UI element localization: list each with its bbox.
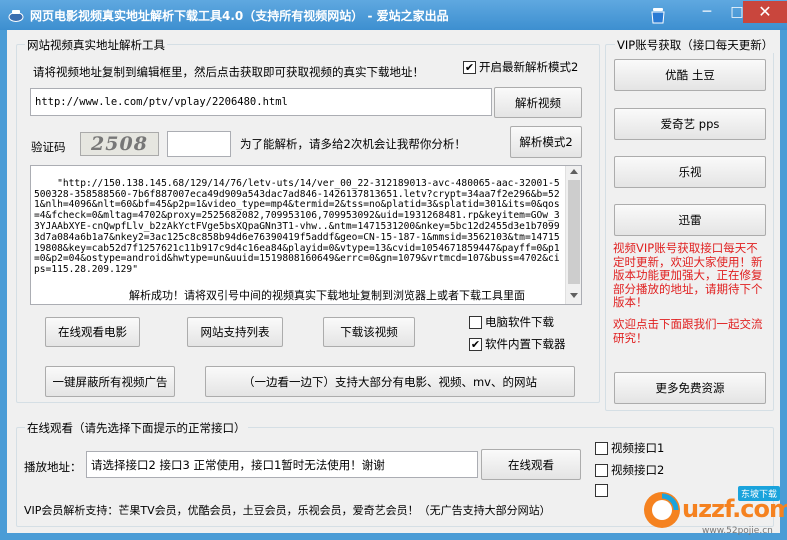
- parse-group-legend: 网站视频真实地址解析工具: [25, 37, 167, 53]
- interface3-checkbox[interactable]: [595, 484, 611, 497]
- skin-icon[interactable]: [650, 6, 666, 24]
- watermark: uzzf.com 东坡下载 www.52pojie.cn: [640, 478, 787, 540]
- app-icon: [8, 10, 24, 22]
- scroll-thumb[interactable]: [568, 180, 580, 284]
- result-textarea[interactable]: "http://150.138.145.68/129/14/76/letv-ut…: [30, 165, 582, 305]
- builtin-downloader-checkbox-box[interactable]: ✔: [469, 337, 482, 351]
- close-button[interactable]: ✕: [743, 1, 787, 23]
- vip-support-text: VIP会员解析支持：芒果TV会员，优酷会员，土豆会员，乐视会员，爱奇艺会员！（无…: [24, 504, 551, 517]
- block-ads-button[interactable]: 一键屏蔽所有视频广告: [45, 366, 175, 397]
- latest-mode-checkbox[interactable]: ✔ 开启最新解析模式2: [463, 59, 578, 75]
- captcha-input[interactable]: [167, 131, 231, 157]
- main-panel: 网站视频真实地址解析工具 请将视频地址复制到编辑框里，然后点击获取即可获取视频的…: [7, 30, 780, 533]
- vip-youku-button[interactable]: 优酷 土豆: [614, 59, 766, 91]
- latest-mode-checkbox-box[interactable]: ✔: [463, 60, 476, 74]
- minimize-button[interactable]: ─: [692, 1, 722, 23]
- play-address-input[interactable]: 请选择接口2 接口3 正常使用，接口1暂时无法使用！谢谢: [86, 451, 478, 478]
- scroll-up-arrow-icon[interactable]: [570, 169, 578, 174]
- result-scrollbar[interactable]: [565, 166, 581, 304]
- result-status: 解析成功！请将双引号中间的视频真实下载地址复制到浏览器上或者下载工具里面: [129, 287, 525, 303]
- captcha-hint: 为了能解析，请多给2次机会让我帮你分析！: [240, 137, 466, 151]
- parse-video-button[interactable]: 解析视频: [494, 87, 582, 118]
- play-address-label: 播放地址：: [24, 460, 82, 474]
- more-resources-button[interactable]: 更多免费资源: [614, 372, 766, 404]
- pc-download-label: 电脑软件下载: [485, 315, 554, 329]
- window-title: 网页电影视频真实地址解析下载工具4.0（支持所有视频网站） - 爱站之家出品: [30, 9, 449, 23]
- download-video-button[interactable]: 下载该视频: [323, 317, 415, 347]
- interface2-checkbox[interactable]: 视频接口2: [595, 462, 664, 478]
- vip-letv-button[interactable]: 乐视: [614, 156, 766, 188]
- watermark-url: www.52pojie.cn: [702, 526, 773, 536]
- scroll-down-arrow-icon[interactable]: [570, 293, 578, 298]
- parse-mode2-button[interactable]: 解析模式2: [510, 126, 582, 158]
- result-text: "http://150.138.145.68/129/14/76/letv-ut…: [34, 177, 560, 276]
- pc-download-checkbox-box[interactable]: [469, 315, 482, 329]
- interface2-checkbox-box[interactable]: [595, 463, 608, 477]
- supported-sites-button[interactable]: 网站支持列表: [187, 317, 283, 347]
- builtin-downloader-checkbox[interactable]: ✔ 软件内置下载器: [469, 336, 566, 352]
- watermark-badge: 东坡下载: [738, 486, 781, 501]
- title-bar[interactable]: 网页电影视频真实地址解析下载工具4.0（支持所有视频网站） - 爱站之家出品 ─…: [0, 0, 787, 30]
- builtin-downloader-label: 软件内置下载器: [485, 337, 566, 351]
- instruction-text: 请将视频地址复制到编辑框里，然后点击获取即可获取视频的真实下载地址！: [33, 65, 424, 79]
- vip-notice-text: 视频VIP账号获取接口每天不定时更新，欢迎大家使用！新版本功能更加强大，正在修复…: [613, 241, 763, 309]
- vip-iqiyi-button[interactable]: 爱奇艺 pps: [614, 108, 766, 140]
- welcome-text[interactable]: 欢迎点击下面跟我们一起交流研究！: [613, 317, 769, 345]
- watch-online-button[interactable]: 在线观看: [481, 449, 581, 480]
- interface3-checkbox-box[interactable]: [595, 484, 608, 497]
- watch-online-movie-button[interactable]: 在线观看电影: [45, 317, 140, 347]
- captcha-label: 验证码: [31, 140, 66, 154]
- watch-and-download-button[interactable]: （一边看一边下）支持大部分有电影、视频、mv、的网站: [205, 366, 575, 397]
- interface1-checkbox[interactable]: 视频接口1: [595, 440, 664, 456]
- pc-download-checkbox[interactable]: 电脑软件下载: [469, 314, 554, 330]
- interface1-label: 视频接口1: [611, 441, 665, 455]
- interface1-checkbox-box[interactable]: [595, 441, 608, 455]
- vip-xunlei-button[interactable]: 迅雷: [614, 204, 766, 236]
- vip-group-legend: VIP账号获取（接口每天更新）: [615, 37, 776, 53]
- interface2-label: 视频接口2: [611, 463, 665, 477]
- captcha-image[interactable]: 2508: [80, 132, 159, 156]
- latest-mode-label: 开启最新解析模式2: [479, 60, 579, 74]
- video-url-input[interactable]: http://www.le.com/ptv/vplay/2206480.html: [30, 88, 492, 116]
- online-group-legend: 在线观看（请先选择下面提示的正常接口）: [25, 420, 248, 436]
